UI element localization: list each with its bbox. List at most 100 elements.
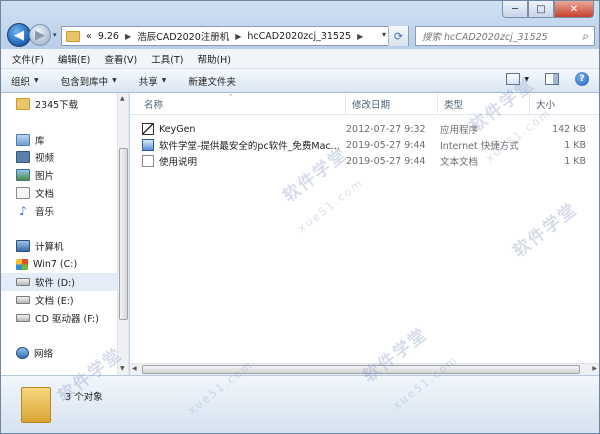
back-button[interactable]: ◀ — [7, 23, 31, 47]
chevron-down-icon[interactable]: ▼ — [524, 76, 529, 83]
breadcrumb-separator[interactable]: ▶ — [357, 32, 363, 41]
scroll-up-arrow[interactable]: ▲ — [120, 95, 125, 102]
sidebar-item-computer[interactable]: 计算机 — [1, 237, 117, 255]
breadcrumb-item[interactable]: 浩辰CAD2020注册机 — [137, 29, 229, 43]
maximize-button[interactable]: □ — [528, 1, 554, 18]
search-placeholder: 搜索 hcCAD2020zcj_31525 — [422, 32, 548, 43]
navigation-pane: 2345下载 库 视频 图片 文档 ♪ 音乐 计算机 Win7 (C:) 软件 … — [1, 93, 129, 375]
sidebar-item-drive-d[interactable]: 软件 (D:) — [1, 273, 117, 291]
sidebar-item-drive-e[interactable]: 文档 (E:) — [1, 291, 117, 309]
file-date: 2019-05-27 9:44 — [346, 155, 426, 167]
close-button[interactable]: ✕ — [554, 1, 594, 18]
include-in-library-button[interactable]: 包含到库中 ▼ — [61, 74, 117, 88]
menu-file[interactable]: 文件(F) — [6, 52, 50, 66]
scroll-right-arrow[interactable]: ▶ — [592, 365, 597, 372]
include-in-library-label: 包含到库中 — [60, 76, 109, 88]
sidebar-item-music[interactable]: ♪ 音乐 — [1, 202, 117, 220]
search-input[interactable]: 搜索 hcCAD2020zcj_31525 ⌕ — [415, 26, 595, 46]
menu-bar: 文件(F) 编辑(E) 查看(V) 工具(T) 帮助(H) — [1, 49, 599, 69]
cd-drive-icon — [16, 314, 30, 322]
sidebar-item-label: 文档 (E:) — [35, 296, 74, 307]
file-name: 软件学堂-提供最安全的pc软件_免费Mac... — [159, 141, 340, 152]
file-name: KeyGen — [159, 123, 196, 135]
computer-icon — [16, 240, 30, 252]
breadcrumb-item[interactable]: hcCAD2020zcj_31525 — [247, 31, 351, 42]
details-pane: 3 个对象 — [1, 375, 599, 433]
organize-button[interactable]: 组织 ▼ — [11, 74, 39, 88]
menu-view[interactable]: 查看(V) — [98, 52, 143, 66]
sidebar-item-drive-f[interactable]: CD 驱动器 (F:) — [1, 309, 117, 327]
file-row[interactable]: 使用说明 2019-05-27 9:44 文本文档 1 KB — [130, 153, 599, 169]
column-date[interactable]: 修改日期 — [346, 93, 438, 115]
item-count: 3 个对象 — [65, 391, 103, 403]
breadcrumb-overflow[interactable]: « — [86, 31, 92, 42]
column-name[interactable]: 名称 ⌃ — [138, 93, 346, 115]
help-icon[interactable]: ? — [575, 72, 589, 86]
sidebar-item-label: 网络 — [34, 349, 54, 360]
sidebar-item-label: 图片 — [35, 171, 55, 182]
new-folder-button[interactable]: 新建文件夹 — [188, 74, 236, 88]
folder-icon — [66, 30, 80, 42]
sidebar-item-label: CD 驱动器 (F:) — [35, 314, 99, 325]
sidebar-item-videos[interactable]: 视频 — [1, 148, 117, 166]
horizontal-scroll-thumb[interactable] — [142, 365, 580, 374]
sidebar-item-label: Win7 (C:) — [33, 258, 78, 270]
menu-edit[interactable]: 编辑(E) — [52, 52, 96, 66]
breadcrumb-separator[interactable]: ▶ — [235, 32, 241, 41]
caption-buttons: ─ □ ✕ — [502, 1, 594, 19]
file-list-horizontal-scrollbar[interactable]: ◀ ▶ — [130, 363, 599, 375]
file-type: Internet 快捷方式 — [440, 141, 519, 152]
documents-icon — [16, 187, 30, 199]
sidebar-scrollbar[interactable]: ▲ ▼ — [117, 93, 128, 375]
menu-help[interactable]: 帮助(H) — [191, 52, 237, 66]
sidebar-item-network[interactable]: 网络 — [1, 344, 117, 362]
sidebar-item-documents[interactable]: 文档 — [1, 184, 117, 202]
view-options-icon[interactable] — [506, 73, 521, 85]
forward-button[interactable]: ▶ — [29, 24, 51, 46]
column-type-label: 类型 — [444, 100, 464, 111]
sort-indicator-icon: ⌃ — [228, 93, 234, 101]
scroll-down-arrow[interactable]: ▼ — [120, 365, 125, 372]
sidebar-item-label: 库 — [35, 136, 45, 147]
chevron-down-icon: ▼ — [161, 77, 167, 84]
breadcrumb-separator[interactable]: ▶ — [125, 32, 131, 41]
sidebar-scroll-thumb[interactable] — [119, 148, 128, 320]
file-size: 1 KB — [564, 155, 586, 167]
recent-pages-dropdown[interactable]: ▾ — [53, 31, 57, 39]
file-row[interactable]: 软件学堂-提供最安全的pc软件_免费Mac... 2019-05-27 9:44… — [130, 137, 599, 153]
sidebar-item-label: 计算机 — [35, 242, 64, 253]
chevron-down-icon: ▼ — [34, 77, 39, 84]
breadcrumb-item[interactable]: 9.26 — [98, 31, 119, 42]
share-button[interactable]: 共享 ▼ — [139, 74, 167, 88]
sidebar-item-label: 文档 — [35, 189, 55, 200]
organize-label: 组织 — [11, 76, 31, 88]
search-icon[interactable]: ⌕ — [582, 29, 589, 44]
folder-icon — [16, 98, 30, 110]
scroll-left-arrow[interactable]: ◀ — [132, 365, 137, 372]
refresh-icon[interactable]: ⟳ — [388, 26, 408, 46]
new-folder-label: 新建文件夹 — [188, 76, 236, 88]
sidebar-item-drive-c[interactable]: Win7 (C:) — [1, 255, 117, 273]
sidebar-item-label: 视频 — [35, 153, 55, 164]
column-type[interactable]: 类型 — [438, 93, 530, 115]
address-bar[interactable]: « 9.26 ▶ 浩辰CAD2020注册机 ▶ hcCAD2020zcj_315… — [61, 26, 409, 46]
chevron-down-icon: ▼ — [112, 77, 117, 84]
sidebar-item-pictures[interactable]: 图片 — [1, 166, 117, 184]
sidebar-item-label: 软件 (D:) — [35, 278, 75, 289]
column-headers: 名称 ⌃ 修改日期 类型 大小 — [130, 93, 599, 115]
file-row[interactable]: KeyGen 2012-07-27 9:32 应用程序 142 KB — [130, 121, 599, 137]
menu-tools[interactable]: 工具(T) — [145, 52, 189, 66]
sidebar-item-2345-downloads[interactable]: 2345下载 — [1, 95, 117, 113]
text-document-icon — [142, 155, 154, 167]
column-size[interactable]: 大小 — [530, 93, 590, 115]
sidebar-item-libraries[interactable]: 库 — [1, 131, 117, 149]
title-bar: ─ □ ✕ ◀ ▶ ▾ « 9.26 ▶ 浩辰CAD2020注册机 ▶ hcCA… — [1, 1, 599, 49]
file-date: 2012-07-27 9:32 — [346, 123, 426, 135]
address-dropdown[interactable]: ▾ — [382, 30, 386, 39]
file-list: 名称 ⌃ 修改日期 类型 大小 KeyGen 2012-07-27 9:32 应… — [130, 93, 599, 375]
preview-pane-icon[interactable] — [545, 73, 559, 85]
application-icon — [142, 123, 154, 135]
library-icon — [16, 134, 30, 146]
column-size-label: 大小 — [536, 100, 556, 111]
minimize-button[interactable]: ─ — [502, 1, 528, 18]
